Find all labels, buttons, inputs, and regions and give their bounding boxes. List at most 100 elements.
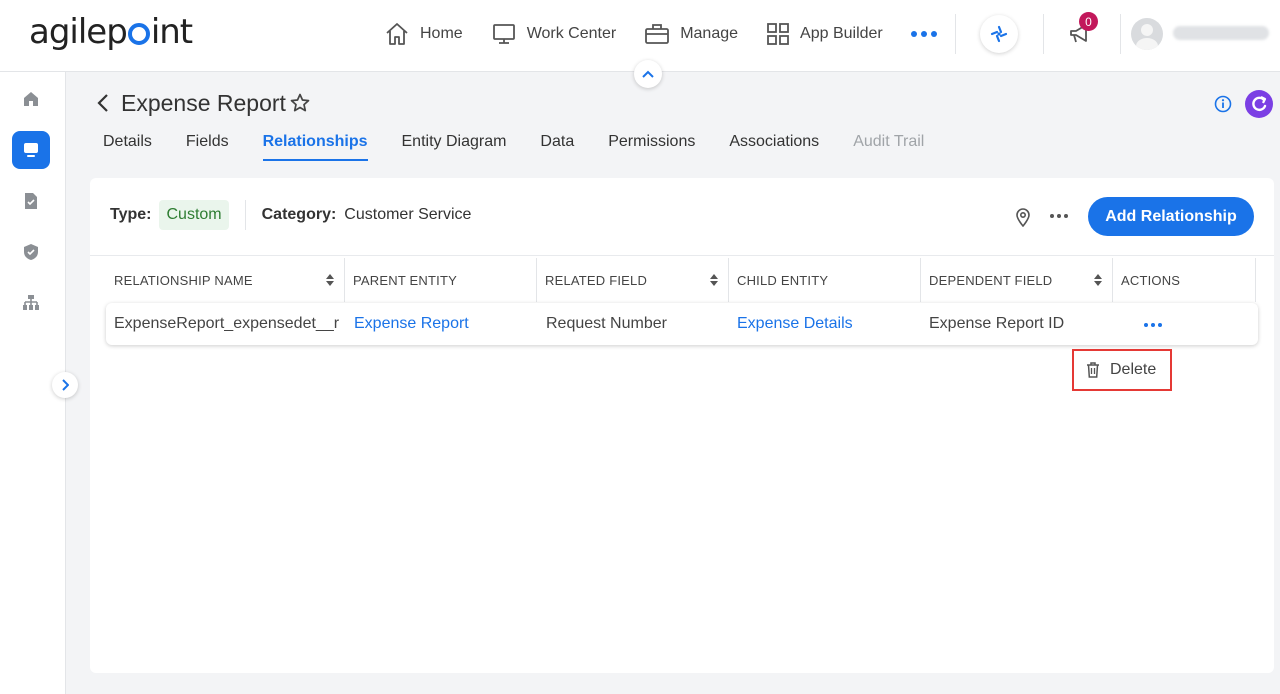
chevron-right-icon — [62, 379, 69, 391]
column-header-dependent-field[interactable]: DEPENDENT FIELD — [920, 258, 1112, 302]
collapse-header-button[interactable] — [634, 60, 662, 88]
refresh-icon — [1252, 96, 1267, 112]
sparkle-swirl-icon — [990, 25, 1008, 43]
delete-menu-item[interactable]: Delete — [1072, 349, 1172, 391]
more-dot — [1144, 323, 1148, 327]
ai-assistant-button[interactable] — [980, 15, 1018, 53]
divider — [955, 14, 956, 54]
category-label: Category: — [261, 206, 337, 223]
tab-audit-trail: Audit Trail — [853, 133, 925, 150]
column-label: RELATIONSHIP NAME — [114, 272, 253, 288]
monitor-icon — [492, 24, 515, 44]
sidebar-item-security[interactable] — [12, 233, 50, 271]
user-name-redacted[interactable] — [1173, 26, 1269, 40]
sidebar-item-home[interactable] — [12, 80, 50, 118]
trash-icon — [1087, 362, 1099, 378]
home-icon — [386, 23, 408, 45]
more-dot — [1064, 214, 1068, 218]
cell-parent-entity-link[interactable]: Expense Report — [354, 303, 469, 345]
column-label: CHILD ENTITY — [737, 272, 829, 288]
page-title: Expense Report — [121, 90, 286, 116]
column-header-actions: ACTIONS — [1112, 258, 1256, 302]
tab-fields[interactable]: Fields — [186, 133, 229, 161]
logo-text-a: agilep — [29, 12, 128, 52]
cell-child-entity-link[interactable]: Expense Details — [737, 303, 853, 345]
tab-data[interactable]: Data — [540, 133, 574, 161]
more-dot — [1158, 323, 1162, 327]
more-dot — [1050, 214, 1054, 218]
nav-home-label: Home — [420, 25, 463, 42]
back-button[interactable] — [96, 93, 110, 118]
column-label: PARENT ENTITY — [353, 272, 457, 288]
row-actions-button[interactable] — [1144, 323, 1162, 327]
cell-related-field: Request Number — [546, 315, 667, 332]
more-dot — [910, 31, 917, 37]
hierarchy-icon — [23, 295, 39, 310]
sort-icon[interactable] — [326, 274, 334, 286]
map-pin-icon — [1016, 208, 1030, 228]
type-label: Type: — [110, 206, 152, 223]
user-avatar[interactable] — [1131, 18, 1163, 50]
chevron-up-icon — [642, 70, 654, 78]
table-header: RELATIONSHIP NAME PARENT ENTITY RELATED … — [106, 258, 1258, 302]
divider — [244, 200, 246, 230]
star-icon — [290, 93, 310, 112]
sort-icon[interactable] — [710, 274, 718, 286]
nav-work-center[interactable]: Work Center — [491, 22, 617, 46]
nav-manage-label: Manage — [680, 25, 739, 42]
chevron-left-icon — [97, 94, 108, 112]
agilepoint-logo[interactable]: agilep int — [29, 12, 193, 52]
tab-entity-diagram[interactable]: Entity Diagram — [402, 133, 507, 161]
more-dot — [930, 31, 937, 37]
favorite-button[interactable] — [290, 93, 310, 118]
column-header-relationship-name[interactable]: RELATIONSHIP NAME — [106, 258, 344, 302]
nav-app-builder-label: App Builder — [800, 25, 883, 42]
column-header-child-entity: CHILD ENTITY — [728, 258, 920, 302]
divider — [1120, 14, 1121, 54]
more-dot — [1057, 214, 1061, 218]
cell-relationship-name: ExpenseReport_expensedet__r — [114, 315, 340, 332]
column-label: ACTIONS — [1121, 272, 1181, 288]
expand-sidebar-button[interactable] — [52, 372, 78, 398]
nav-home[interactable]: Home — [384, 22, 463, 46]
column-header-related-field[interactable]: RELATED FIELD — [536, 258, 728, 302]
tab-relationships[interactable]: Relationships — [262, 133, 368, 161]
main-nav: Home Work Center Manage App Builder — [384, 0, 937, 68]
grid-icon — [767, 23, 789, 45]
logo-text-b: int — [150, 12, 193, 52]
divider — [90, 255, 1274, 256]
entity-tabs: Details Fields Relationships Entity Diag… — [103, 133, 958, 161]
more-dot — [920, 31, 927, 37]
briefcase-icon — [645, 24, 670, 44]
column-label: DEPENDENT FIELD — [929, 272, 1053, 288]
category-value: Customer Service — [344, 206, 472, 223]
notification-count-badge: 0 — [1079, 12, 1098, 31]
refresh-button[interactable] — [1245, 90, 1273, 118]
shield-icon — [24, 244, 38, 260]
location-button[interactable] — [1014, 207, 1032, 232]
tab-associations[interactable]: Associations — [729, 133, 819, 161]
type-badge: Custom — [159, 200, 229, 230]
column-label: RELATED FIELD — [545, 272, 648, 288]
tab-details[interactable]: Details — [103, 133, 152, 161]
info-button[interactable] — [1214, 95, 1232, 118]
table-row[interactable]: ExpenseReport_expensedet__r Expense Repo… — [106, 303, 1258, 345]
sort-icon[interactable] — [1094, 274, 1102, 286]
home-icon — [24, 92, 38, 106]
sidebar-item-forms[interactable] — [12, 182, 50, 220]
sidebar-item-data-entities[interactable] — [12, 131, 50, 169]
nav-app-builder[interactable]: App Builder — [766, 22, 883, 46]
tab-permissions[interactable]: Permissions — [608, 133, 695, 161]
more-dot — [1151, 323, 1155, 327]
sidebar-item-hierarchy[interactable] — [12, 284, 50, 322]
cell-dependent-field: Expense Report ID — [929, 315, 1065, 332]
more-options-button[interactable] — [1050, 214, 1068, 218]
nav-work-center-label: Work Center — [526, 25, 617, 42]
entity-meta: Type: Custom Category: Customer Service — [110, 200, 471, 230]
nav-more-button[interactable] — [910, 31, 937, 37]
column-header-parent-entity: PARENT ENTITY — [344, 258, 536, 302]
info-icon — [1214, 95, 1232, 113]
nav-manage[interactable]: Manage — [644, 22, 738, 46]
add-relationship-button[interactable]: Add Relationship — [1088, 197, 1254, 236]
document-check-icon — [25, 193, 37, 209]
